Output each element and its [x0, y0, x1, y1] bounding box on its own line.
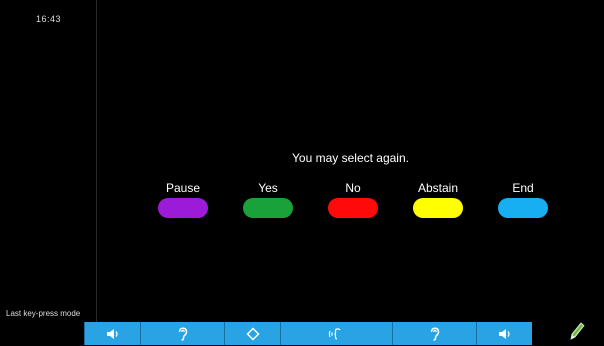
bottom-toolbar [0, 322, 604, 345]
option-end[interactable]: End [497, 181, 549, 218]
volume-up-icon [498, 328, 512, 340]
option-pause[interactable]: Pause [157, 181, 209, 218]
voice-button[interactable] [280, 322, 392, 345]
status-panel: 16:43 Last key-press mode [0, 0, 97, 322]
volume-down-icon [106, 328, 120, 340]
volume-up-button[interactable] [476, 322, 532, 345]
option-label: Pause [165, 181, 201, 195]
volume-down-button[interactable] [84, 322, 140, 345]
abstain-button[interactable] [413, 198, 463, 218]
pen-button[interactable] [560, 322, 594, 345]
hearing-icon [429, 326, 441, 341]
option-label: No [345, 181, 361, 195]
hearing-left-button[interactable] [140, 322, 224, 345]
diamond-icon [245, 326, 260, 341]
hearing-icon [177, 326, 189, 341]
option-label: End [512, 181, 534, 195]
diamond-button[interactable] [224, 322, 280, 345]
option-no[interactable]: No [327, 181, 379, 218]
option-yes[interactable]: Yes [242, 181, 294, 218]
option-label: Yes [258, 181, 278, 195]
end-button[interactable] [498, 198, 548, 218]
yes-button[interactable] [243, 198, 293, 218]
prompt-text: You may select again. [292, 151, 409, 165]
pause-button[interactable] [158, 198, 208, 218]
no-button[interactable] [328, 198, 378, 218]
option-abstain[interactable]: Abstain [412, 181, 464, 218]
mode-label: Last key-press mode [6, 309, 81, 318]
voice-icon [328, 327, 346, 341]
pen-icon [568, 321, 586, 346]
main-area: You may select again. Pause Yes No Absta… [97, 0, 604, 322]
option-label: Abstain [417, 181, 459, 195]
hearing-right-button[interactable] [392, 322, 476, 345]
clock: 16:43 [36, 14, 62, 24]
